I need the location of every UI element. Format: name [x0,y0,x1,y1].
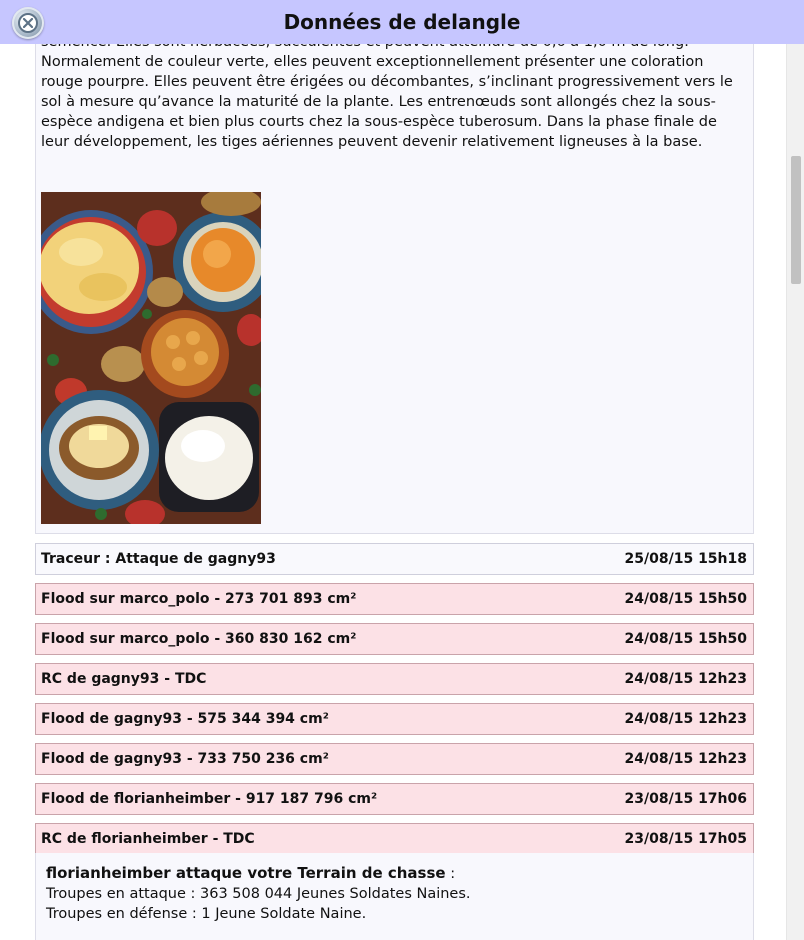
potato-dishes-photo [41,192,261,524]
log-row-date: 24/08/15 15h50 [624,591,747,607]
log-row-label: RC de florianheimber - TDC [41,831,255,847]
scrollbar-thumb[interactable] [791,156,801,284]
log-row-label: RC de gagny93 - TDC [41,671,207,687]
log-row[interactable]: Flood de gagny93 - 733 750 236 cm² 24/08/… [35,743,754,775]
log-row-date: 25/08/15 15h18 [624,551,747,567]
log-row-label: Flood de gagny93 - 733 750 236 cm² [41,751,329,767]
content-scroll-area[interactable]: semence. Elles sont herbacées, succulent… [0,44,786,940]
description-box: semence. Elles sont herbacées, succulent… [35,44,754,534]
close-button[interactable] [12,7,44,39]
log-row-label: Flood de florianheimber - 917 187 796 cm… [41,791,378,807]
log-row-label: Traceur : Attaque de gagny93 [41,551,276,567]
defense-troops: Troupes en défense : 1 Jeune Soldate Nai… [46,906,367,922]
log-row-label: Flood sur marco_polo - 360 830 162 cm² [41,631,357,647]
combat-attacker: florianheimber attaque votre Terrain de … [46,864,446,882]
log-row[interactable]: Flood de florianheimber - 917 187 796 cm… [35,783,754,815]
attack-troops: Troupes en attaque : 363 508 044 Jeunes … [46,886,471,902]
log-row-date: 24/08/15 12h23 [624,711,747,727]
close-circle-icon [18,13,38,33]
combat-heading: florianheimber attaque votre Terrain de … [46,863,743,884]
combat-attacker-suffix: : [445,866,456,882]
log-row-date: 24/08/15 12h23 [624,671,747,687]
log-row[interactable]: Flood sur marco_polo - 273 701 893 cm² 24… [35,583,754,615]
vertical-scrollbar[interactable] [786,44,804,940]
dialog-titlebar: Données de delangle [0,0,804,44]
log-row-label: Flood sur marco_polo - 273 701 893 cm² [41,591,357,607]
log-row-label: Flood de gagny93 - 575 344 394 cm² [41,711,329,727]
log-row-date: 23/08/15 17h05 [624,831,747,847]
log-row[interactable]: RC de florianheimber - TDC 23/08/15 17h05 [35,823,754,855]
description-text: semence. Elles sont herbacées, succulent… [41,44,733,150]
log-row-date: 23/08/15 17h06 [624,791,747,807]
log-row-date: 24/08/15 15h50 [624,631,747,647]
log-row[interactable]: Flood sur marco_polo - 360 830 162 cm² 24… [35,623,754,655]
log-row[interactable]: RC de gagny93 - TDC 24/08/15 12h23 [35,663,754,695]
combat-detail-box: florianheimber attaque votre Terrain de … [35,853,754,940]
log-row[interactable]: Flood de gagny93 - 575 344 394 cm² 24/08/… [35,703,754,735]
log-row[interactable]: Traceur : Attaque de gagny93 25/08/15 15h… [35,543,754,575]
dialog-title: Données de delangle [283,10,521,34]
log-row-date: 24/08/15 12h23 [624,751,747,767]
